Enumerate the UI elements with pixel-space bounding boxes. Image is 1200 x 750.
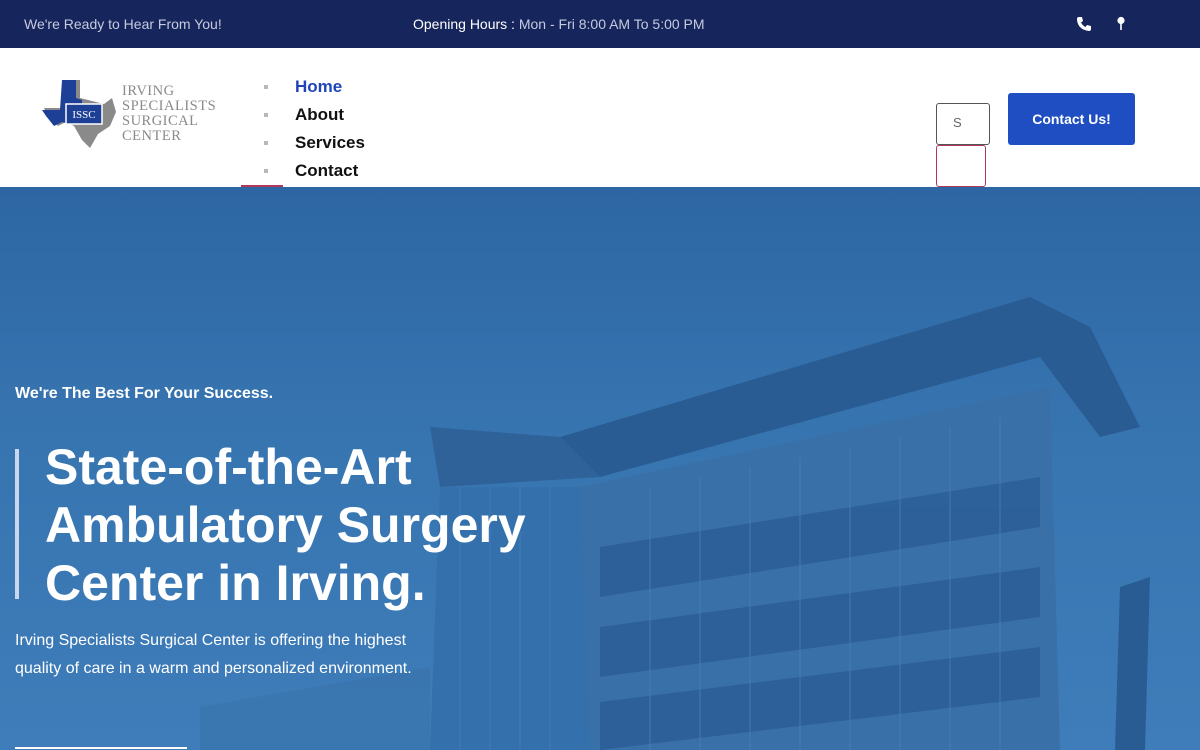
logo-line: SURGICAL (122, 113, 199, 129)
nav-item-label: Home (295, 77, 343, 96)
hero-description-line: Irving Specialists Surgical Center is of… (15, 632, 407, 649)
opening-hours: Opening Hours : Mon - Fri 8:00 AM To 5:0… (413, 16, 705, 32)
nav-item-services[interactable]: Services (258, 131, 365, 159)
nav-bullet-icon (264, 113, 268, 117)
phone-icon[interactable] (1074, 14, 1094, 34)
nav-item-label: Services (295, 133, 365, 152)
hero-title-line: State-of-the-Art (45, 439, 412, 495)
hero-title-line: Center in Irving. (45, 555, 426, 611)
search-input[interactable]: S (936, 103, 990, 145)
contact-us-button[interactable]: Contact Us! (1008, 93, 1135, 145)
map-pin-icon[interactable] (1111, 14, 1131, 34)
texas-logo-icon: ISSC (42, 80, 116, 148)
hero-title-accent-bar (15, 449, 19, 599)
hero-bottom-line (15, 747, 187, 749)
main-nav: Home About Services Contact (258, 75, 365, 187)
nav-item-contact[interactable]: Contact (258, 159, 365, 187)
nav-bullet-icon (264, 85, 268, 89)
nav-item-home[interactable]: Home (258, 75, 365, 103)
logo-line: CENTER (122, 128, 182, 144)
nav-item-label: About (295, 105, 345, 124)
nav-item-about[interactable]: About (258, 103, 365, 131)
hero-section: We're The Best For Your Success. State-o… (0, 187, 1200, 750)
hero-title: State-of-the-Art Ambulatory Surgery Cent… (45, 438, 605, 612)
logo-text: IRVING SPECIALISTS SURGICAL CENTER (122, 84, 216, 144)
site-header: ISSC IRVING SPECIALISTS SURGICAL CENTER … (0, 48, 1200, 187)
hero-description-line: quality of care in a warm and personaliz… (15, 660, 412, 677)
logo[interactable]: ISSC IRVING SPECIALISTS SURGICAL CENTER (42, 78, 222, 150)
search-submit-button[interactable] (936, 145, 986, 187)
logo-line: SPECIALISTS (122, 98, 217, 114)
logo-line: IRVING (122, 83, 175, 99)
hero-description: Irving Specialists Surgical Center is of… (15, 627, 445, 683)
logo-initials: ISSC (72, 109, 95, 121)
top-bar-tagline: We're Ready to Hear From You! (24, 16, 222, 32)
hero-title-line: Ambulatory Surgery (45, 497, 526, 553)
nav-bullet-icon (264, 169, 268, 173)
nav-item-label: Contact (295, 161, 359, 180)
nav-bullet-icon (264, 141, 268, 145)
top-bar: We're Ready to Hear From You! Opening Ho… (0, 0, 1200, 48)
opening-hours-label: Opening Hours : (413, 16, 519, 32)
hero-eyebrow: We're The Best For Your Success. (15, 385, 274, 402)
opening-hours-value: Mon - Fri 8:00 AM To 5:00 PM (518, 16, 705, 32)
